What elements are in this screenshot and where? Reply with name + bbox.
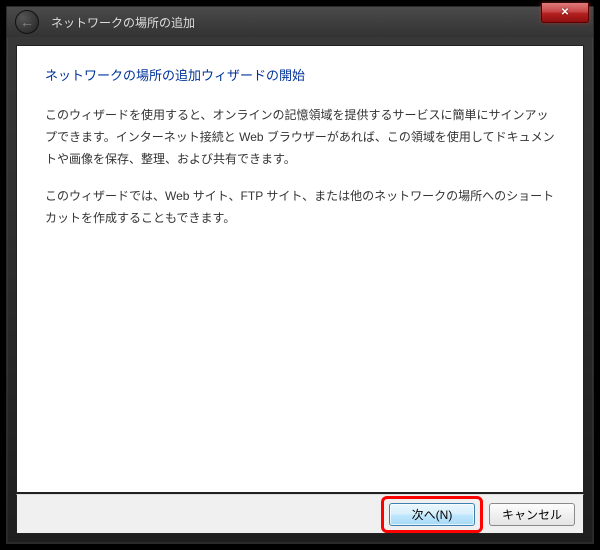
cancel-button[interactable]: キャンセル xyxy=(489,503,575,526)
window-title: ネットワークの場所の追加 xyxy=(51,14,195,31)
window-frame: ← ネットワークの場所の追加 ✕ ネットワークの場所の追加ウィザードの開始 この… xyxy=(6,6,594,544)
content-pane: ネットワークの場所の追加ウィザードの開始 このウィザードを使用すると、オンライン… xyxy=(16,45,584,493)
title-bar: ← ネットワークの場所の追加 ✕ xyxy=(7,7,593,37)
back-arrow-icon: ← xyxy=(20,14,34,30)
annotation-highlight: 次へ(N) xyxy=(381,496,483,533)
close-button[interactable]: ✕ xyxy=(541,3,589,23)
wizard-paragraph-1: このウィザードを使用すると、オンラインの記憶領域を提供するサービスに簡単にサイン… xyxy=(45,105,555,170)
back-button[interactable]: ← xyxy=(15,10,39,34)
next-button[interactable]: 次へ(N) xyxy=(389,503,475,526)
wizard-heading: ネットワークの場所の追加ウィザードの開始 xyxy=(45,64,555,87)
wizard-paragraph-2: このウィザードでは、Web サイト、FTP サイト、または他のネットワークの場所… xyxy=(45,186,555,229)
footer-button-bar: 次へ(N) キャンセル xyxy=(16,494,584,534)
close-icon: ✕ xyxy=(561,7,569,18)
wizard-body: ネットワークの場所の追加ウィザードの開始 このウィザードを使用すると、オンライン… xyxy=(17,46,583,263)
